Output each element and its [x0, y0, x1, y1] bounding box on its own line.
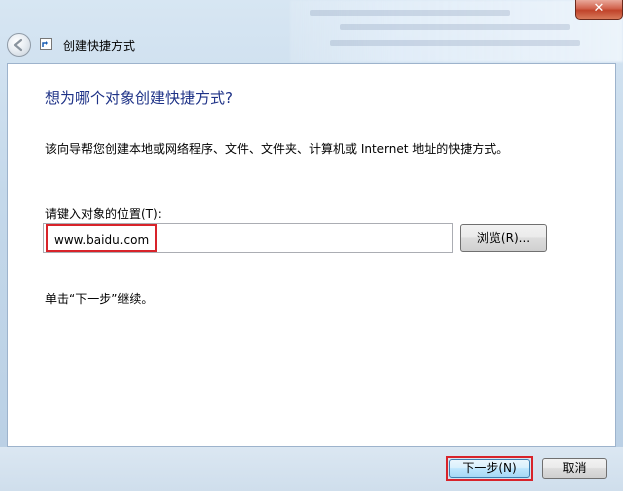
location-input[interactable]: www.baidu.com [43, 223, 453, 253]
page-heading: 想为哪个对象创建快捷方式? [45, 89, 233, 107]
back-button[interactable] [7, 33, 31, 57]
window-frame: ✕ 创建快捷方式 想为哪个对象创建快捷方式? 该向导帮您创建本地或网络程序、文件… [0, 0, 623, 491]
window-title: 创建快捷方式 [63, 39, 136, 53]
cancel-button[interactable]: 取消 [542, 458, 607, 479]
close-icon: ✕ [593, 1, 605, 16]
browse-button[interactable]: 浏览(R)... [460, 224, 547, 252]
shortcut-icon [40, 38, 52, 50]
location-label: 请键入对象的位置(T): [45, 207, 162, 221]
background-window-text [300, 4, 620, 60]
wizard-description: 该向导帮您创建本地或网络程序、文件、文件夹、计算机或 Internet 地址的快… [45, 142, 509, 156]
back-arrow-icon [13, 38, 23, 52]
location-input-value: www.baidu.com [46, 224, 158, 252]
close-button[interactable]: ✕ [575, 0, 623, 20]
next-button[interactable]: 下一步(N) [449, 459, 530, 478]
wizard-content-panel: 想为哪个对象创建快捷方式? 该向导帮您创建本地或网络程序、文件、文件夹、计算机或… [7, 63, 616, 447]
continue-hint: 单击“下一步”继续。 [45, 292, 154, 306]
